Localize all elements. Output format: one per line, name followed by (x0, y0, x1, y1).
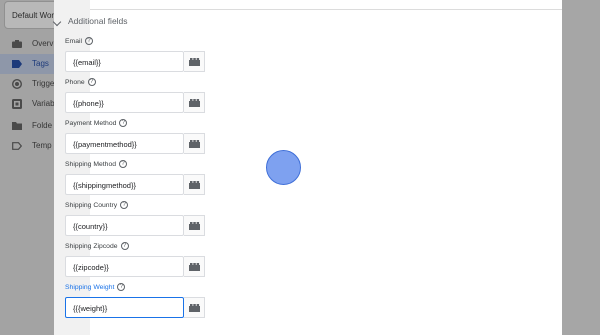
phone-field-group: Phone? {{phone}} (65, 77, 245, 113)
click-indicator (266, 150, 301, 185)
brick-icon (189, 304, 200, 312)
nav-item-overview[interactable]: Overv (0, 34, 56, 54)
variable-picker-button[interactable] (184, 256, 205, 277)
help-icon[interactable]: ? (117, 283, 126, 292)
shipping-method-input[interactable]: {{shippingmethod}} (65, 174, 184, 195)
nav-item-label: Variab (32, 99, 55, 108)
input-value: {{email}} (73, 58, 101, 67)
help-icon[interactable]: ? (119, 119, 128, 128)
variable-picker-button[interactable] (184, 174, 205, 195)
field-label-text: Payment Method (65, 120, 117, 127)
field-label-text: Shipping Method (65, 161, 117, 168)
field-label: Phone? (65, 77, 245, 89)
email-field-group: Email? {{email}} (65, 36, 245, 72)
field-label-text: Shipping Weight (65, 284, 115, 291)
nav-item-label: Folde (32, 121, 53, 130)
variables-icon (12, 99, 22, 109)
card-divider (90, 0, 562, 10)
input-value: {{shippingmethod}} (73, 181, 136, 190)
field-label: Shipping Country? (65, 200, 245, 212)
payment-method-input[interactable]: {{paymentmethod}} (65, 133, 184, 154)
help-icon[interactable]: ? (87, 78, 96, 87)
variable-picker-button[interactable] (184, 133, 205, 154)
folder-icon (12, 122, 22, 130)
shipping-weight-field-group: Shipping Weight? {{{weight}} (65, 282, 245, 318)
brick-icon (189, 263, 200, 271)
variable-picker-button[interactable] (184, 51, 205, 72)
field-label-text: Email (65, 38, 82, 45)
help-icon[interactable]: ? (120, 201, 129, 210)
template-icon (12, 142, 22, 150)
help-icon[interactable]: ? (119, 160, 128, 169)
shipping-weight-input[interactable]: {{{weight}} (65, 297, 184, 318)
field-label-text: Phone (65, 79, 85, 86)
field-label: Email? (65, 36, 245, 48)
nav-item-folders[interactable]: Folde (0, 116, 56, 136)
field-label-text: Shipping Zipcode (65, 243, 118, 250)
field-label: Shipping Weight? (65, 282, 245, 294)
section-title: Additional fields (68, 16, 128, 26)
shipping-country-input[interactable]: {{country}} (65, 215, 184, 236)
nav-item-triggers[interactable]: Trigge (0, 74, 56, 94)
help-icon[interactable]: ? (85, 37, 93, 46)
input-value: {{{weight}} (73, 304, 108, 313)
tag-icon (12, 60, 22, 68)
trigger-icon (12, 79, 22, 89)
shipping-zipcode-field-group: Shipping Zipcode? {{zipcode}} (65, 241, 245, 277)
brick-icon (189, 140, 200, 148)
nav-item-variables[interactable]: Variab (0, 94, 56, 114)
phone-input[interactable]: {{phone}} (65, 92, 184, 113)
email-input[interactable]: {{email}} (65, 51, 184, 72)
brick-icon (189, 181, 200, 189)
variable-picker-button[interactable] (184, 297, 205, 318)
briefcase-icon (12, 40, 22, 48)
left-navigation: Default Wor Overv Tags Trigge Variab Fol… (0, 0, 76, 335)
shipping-country-field-group: Shipping Country? {{country}} (65, 200, 245, 236)
field-label-text: Shipping Country (65, 202, 118, 209)
nav-item-label: Temp (32, 141, 52, 150)
variable-picker-button[interactable] (184, 215, 205, 236)
modal-backdrop (562, 0, 600, 335)
input-value: {{paymentmethod}} (73, 140, 137, 149)
field-label: Payment Method? (65, 118, 245, 130)
shipping-zipcode-input[interactable]: {{zipcode}} (65, 256, 184, 277)
nav-item-templates[interactable]: Temp (0, 136, 56, 156)
help-icon[interactable]: ? (120, 242, 129, 251)
nav-item-label: Tags (32, 59, 49, 68)
input-value: {{phone}} (73, 99, 104, 108)
nav-item-label: Trigge (32, 79, 55, 88)
brick-icon (189, 58, 200, 66)
nav-item-tags[interactable]: Tags (0, 54, 56, 74)
variable-picker-button[interactable] (184, 92, 205, 113)
brick-icon (189, 99, 200, 107)
brick-icon (189, 222, 200, 230)
input-value: {{zipcode}} (73, 263, 109, 272)
nav-item-label: Overv (32, 39, 54, 48)
field-label: Shipping Zipcode? (65, 241, 245, 253)
shipping-method-field-group: Shipping Method? {{shippingmethod}} (65, 159, 245, 195)
payment-method-field-group: Payment Method? {{paymentmethod}} (65, 118, 245, 154)
field-label: Shipping Method? (65, 159, 245, 171)
input-value: {{country}} (73, 222, 108, 231)
